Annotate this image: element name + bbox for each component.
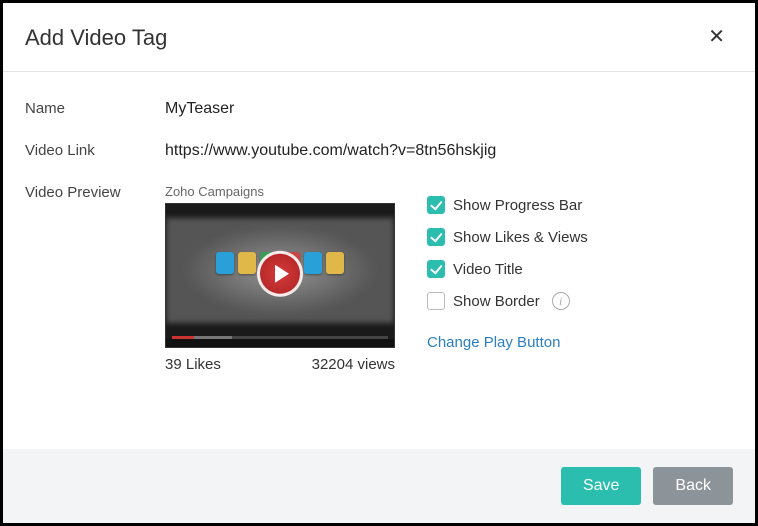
preview-label: Video Preview xyxy=(25,184,165,201)
video-stats: 39 Likes 32204 views xyxy=(165,356,395,373)
checkbox-icon[interactable] xyxy=(427,292,445,310)
option-label: Video Title xyxy=(453,261,523,278)
option-label: Show Border xyxy=(453,293,540,310)
change-play-button-link[interactable]: Change Play Button xyxy=(427,334,560,351)
preview-options: Show Progress Bar Show Likes & Views Vid… xyxy=(427,184,588,373)
info-icon[interactable]: i xyxy=(552,292,570,310)
close-icon[interactable]: ✕ xyxy=(704,25,729,49)
preview-source-title: Zoho Campaigns xyxy=(165,184,395,199)
link-value: https://www.youtube.com/watch?v=8tn56hsk… xyxy=(165,142,733,160)
dialog-body: Name MyTeaser Video Link https://www.you… xyxy=(3,72,755,449)
option-label: Show Likes & Views xyxy=(453,229,588,246)
play-icon[interactable] xyxy=(257,250,303,296)
row-link: Video Link https://www.youtube.com/watch… xyxy=(25,142,733,160)
checkbox-icon[interactable] xyxy=(427,228,445,246)
option-likes-views[interactable]: Show Likes & Views xyxy=(427,228,588,246)
dialog-footer: Save Back xyxy=(3,449,755,523)
views-text: 32204 views xyxy=(312,356,395,373)
row-name: Name MyTeaser xyxy=(25,100,733,118)
option-progress-bar[interactable]: Show Progress Bar xyxy=(427,196,588,214)
name-value: MyTeaser xyxy=(165,100,733,118)
option-show-border[interactable]: Show Border i xyxy=(427,292,588,310)
likes-text: 39 Likes xyxy=(165,356,221,373)
dialog-title: Add Video Tag xyxy=(25,25,167,51)
option-video-title[interactable]: Video Title xyxy=(427,260,588,278)
back-button[interactable]: Back xyxy=(653,467,733,505)
video-thumbnail[interactable] xyxy=(165,203,395,348)
row-preview: Video Preview Zoho Campaigns xyxy=(25,184,733,373)
name-label: Name xyxy=(25,100,165,117)
dialog-header: Add Video Tag ✕ xyxy=(3,3,755,72)
checkbox-icon[interactable] xyxy=(427,260,445,278)
save-button[interactable]: Save xyxy=(561,467,641,505)
checkbox-icon[interactable] xyxy=(427,196,445,214)
link-label: Video Link xyxy=(25,142,165,159)
option-label: Show Progress Bar xyxy=(453,197,582,214)
preview-column: Zoho Campaigns xyxy=(165,184,395,373)
